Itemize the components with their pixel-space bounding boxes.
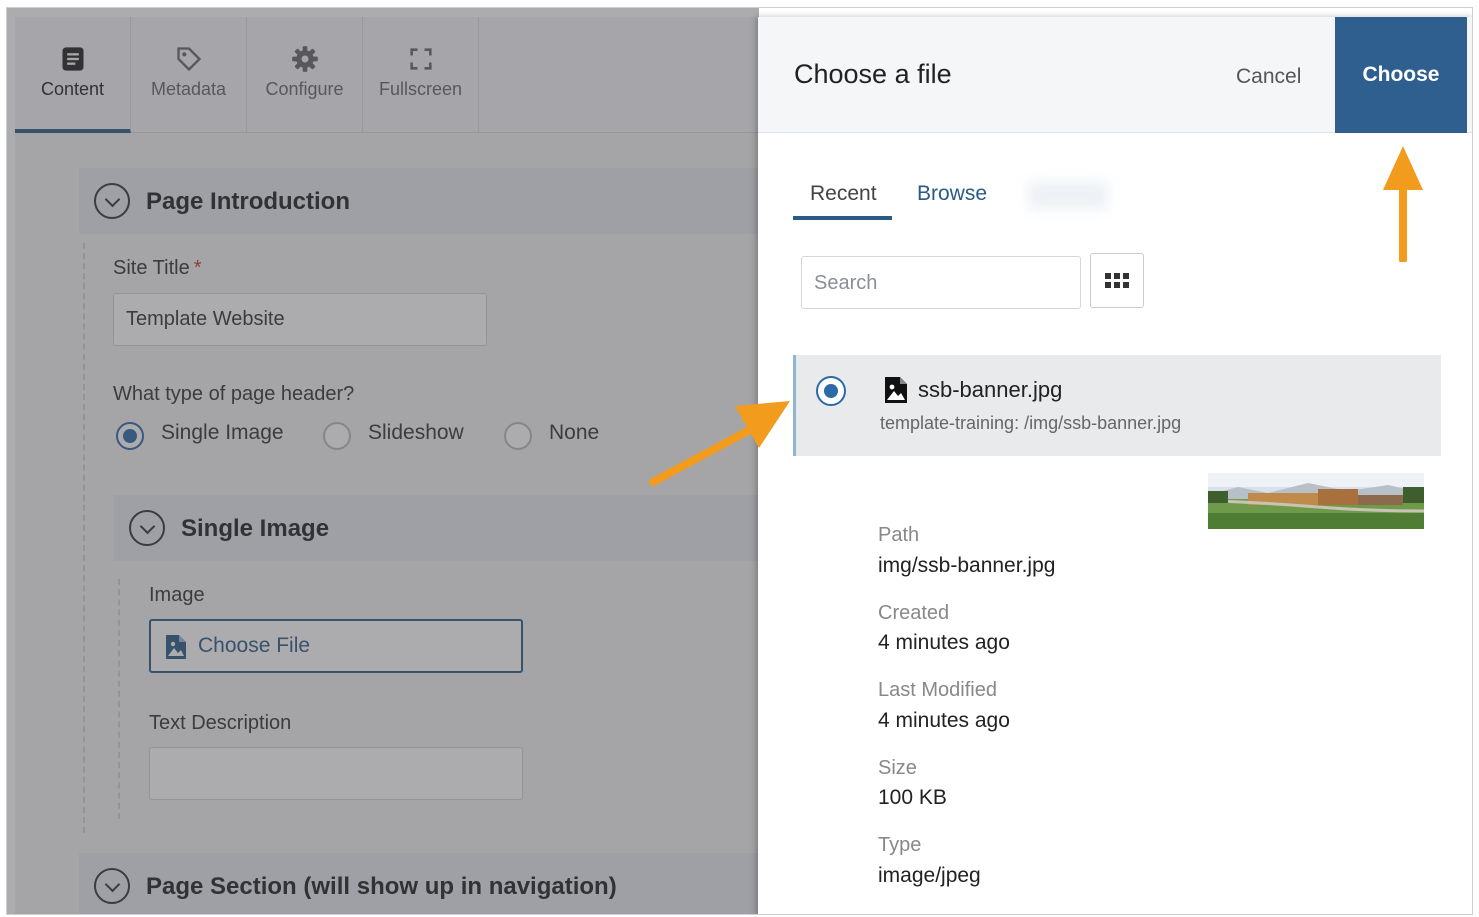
file-location: template-training: /img/ssb-banner.jpg [880,413,1182,433]
file-list-item[interactable]: ssb-banner.jpg template-training: /img/s… [793,355,1441,456]
screenshot-frame: Content Metadata Configure Fullscreen Pa… [6,7,1473,915]
choose-button[interactable]: Choose [1335,17,1467,133]
divider [793,914,1443,915]
detail-size-term: Size [878,757,917,779]
detail-type-value: image/jpeg [878,864,981,887]
search-input[interactable]: Search [801,256,1081,309]
file-name: ssb-banner.jpg [918,377,1063,402]
file-chooser-dialog: Choose a file Cancel Choose Recent Brows… [758,17,1472,915]
detail-modified-value: 4 minutes ago [878,709,1010,732]
annotation-arrow-up-icon [1383,146,1423,262]
grid-view-button[interactable] [1090,253,1144,308]
detail-created-value: 4 minutes ago [878,631,1010,654]
tab-recent[interactable]: Recent [810,182,877,206]
blurred-tab [1028,181,1108,209]
image-file-icon [885,377,907,403]
detail-created-term: Created [878,602,950,624]
dialog-header: Choose a file Cancel Choose [758,17,1472,133]
detail-type-term: Type [878,834,922,856]
file-preview-thumbnail [1208,473,1424,529]
file-select-radio[interactable] [816,376,846,406]
active-tab-indicator [793,216,892,220]
detail-modified-term: Last Modified [878,679,997,701]
tab-browse[interactable]: Browse [917,182,987,206]
detail-size-value: 100 KB [878,786,947,809]
annotation-arrow-right-icon [649,401,790,486]
detail-path-value: img/ssb-banner.jpg [878,554,1056,577]
dialog-title: Choose a file [794,59,952,89]
cancel-button[interactable]: Cancel [1236,65,1301,89]
detail-path-term: Path [878,524,920,546]
